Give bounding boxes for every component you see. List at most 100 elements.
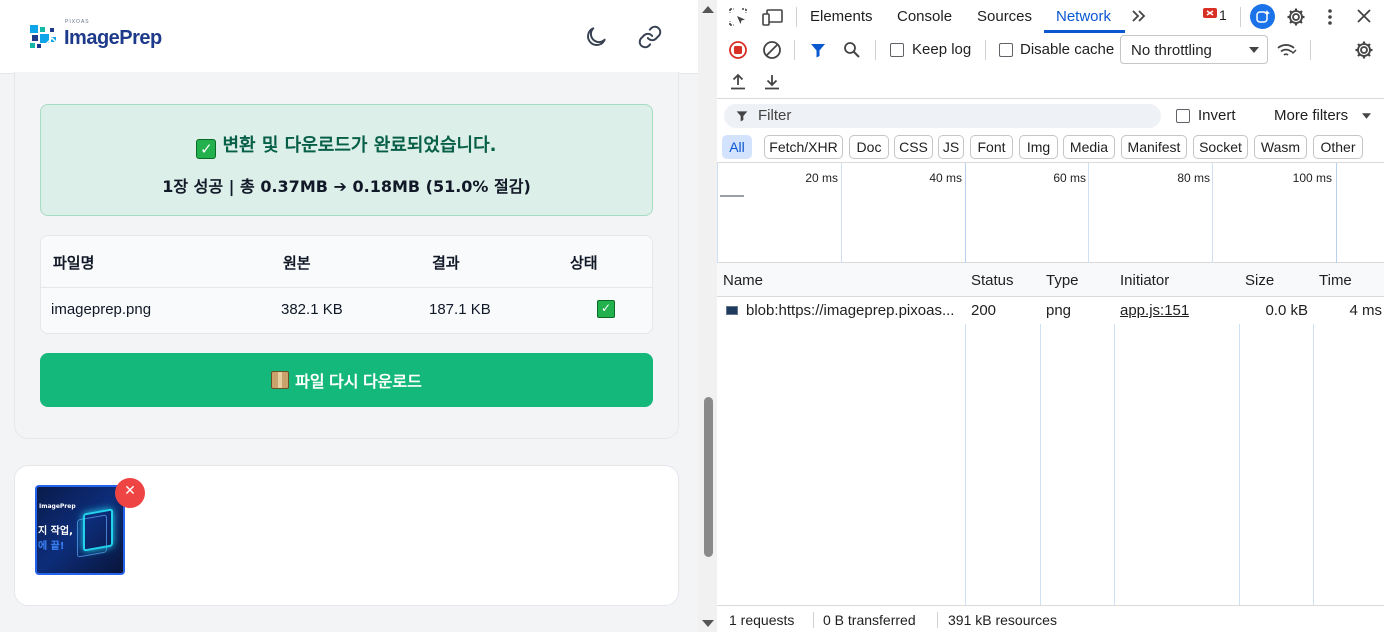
column-header-status[interactable]: Status (971, 272, 1014, 289)
app-logo[interactable]: PIXOAS ImagePrep (28, 19, 162, 52)
network-toolbar: Keep log Disable cache No throttling (717, 33, 1384, 99)
toolbar-separator (985, 40, 986, 60)
success-title-text: 변환 및 다운로드가 완료되었습니다. (222, 135, 497, 156)
scrollbar-thumb[interactable] (704, 397, 713, 557)
keep-log-checkbox[interactable] (890, 43, 904, 57)
more-filters-arrow-icon (1362, 113, 1371, 119)
filter-chip-img[interactable]: Img (1019, 135, 1058, 159)
devtools-panel: Elements Console Sources Network 1 Keep … (717, 0, 1384, 632)
resource-type-filters: All Fetch/XHR Doc CSS JS Font Img Media … (717, 133, 1384, 162)
tab-sources[interactable]: Sources (977, 8, 1032, 25)
scroll-up-icon[interactable] (702, 6, 714, 13)
link-icon (638, 25, 662, 49)
network-request-table: Name Status Type Initiator Size Time blo… (717, 263, 1384, 605)
network-summary-bar: 1 requests 0 B transferred 391 kB resour… (717, 605, 1384, 632)
column-header-name[interactable]: Name (723, 272, 763, 289)
record-stop-icon[interactable] (727, 39, 749, 61)
toolbar-separator (794, 40, 795, 60)
column-header-initiator[interactable]: Initiator (1120, 272, 1169, 289)
ad-text-line2: 지 작업, (38, 526, 73, 537)
timeline-gridline (841, 163, 842, 263)
tab-elements[interactable]: Elements (810, 8, 873, 25)
network-overview-timeline[interactable]: 20 ms 40 ms 60 ms 80 ms 100 ms (717, 162, 1384, 263)
tab-network[interactable]: Network (1056, 8, 1111, 25)
table-header-status: 상태 (570, 254, 598, 272)
tab-console[interactable]: Console (897, 8, 952, 25)
share-link-button[interactable] (635, 22, 665, 52)
filter-chip-media[interactable]: Media (1063, 135, 1115, 159)
request-name[interactable]: blob:https://imageprep.pixoas... (746, 302, 962, 319)
table-divider (41, 287, 652, 288)
timeline-label-40ms: 40 ms (929, 171, 962, 185)
table-header-filename: 파일명 (53, 254, 95, 272)
inspect-element-icon[interactable] (727, 6, 749, 28)
filter-chip-other[interactable]: Other (1313, 135, 1363, 159)
network-settings-gear-icon[interactable] (1353, 39, 1375, 61)
error-count[interactable]: 1 (1219, 7, 1227, 23)
ad-close-button[interactable]: ✕ (115, 478, 145, 508)
timeline-gridline (1336, 163, 1337, 263)
disable-cache-checkbox[interactable] (999, 43, 1013, 57)
ad-banner-image[interactable]: ImagePrep 지 작업, 에 끝! (35, 485, 125, 575)
column-header-size[interactable]: Size (1245, 272, 1274, 289)
filter-placeholder: Filter (758, 107, 792, 124)
download-again-button[interactable]: 파일 다시 다운로드 (40, 353, 653, 407)
network-conditions-icon[interactable] (1275, 39, 1299, 61)
table-row[interactable]: blob:https://imageprep.pixoas... 200 png… (717, 297, 1384, 324)
invert-label: Invert (1198, 107, 1236, 124)
logo-mark-icon (28, 23, 62, 51)
search-icon[interactable] (842, 40, 862, 60)
success-title: ✓ 변환 및 다운로드가 완료되었습니다. (41, 131, 652, 159)
request-initiator-link[interactable]: app.js:151 (1120, 302, 1189, 319)
filter-row: Filter Invert More filters (717, 99, 1384, 133)
download-again-label: 파일 다시 다운로드 (295, 374, 422, 391)
filter-chip-manifest[interactable]: Manifest (1121, 135, 1187, 159)
filter-chip-socket[interactable]: Socket (1193, 135, 1248, 159)
request-size: 0.0 kB (1265, 302, 1308, 319)
table-header-result: 결과 (432, 254, 460, 272)
filter-input[interactable]: Filter (724, 104, 1161, 128)
import-har-icon[interactable] (727, 71, 749, 93)
toolbar-separator (1310, 40, 1311, 60)
request-time: 4 ms (1349, 302, 1382, 319)
timeline-gridline (965, 163, 966, 263)
ai-assistant-icon[interactable] (1250, 4, 1275, 29)
dropdown-arrow-icon (1249, 47, 1259, 53)
logo-subtitle: PIXOAS (65, 19, 90, 25)
filter-chip-fetch-xhr[interactable]: Fetch/XHR (764, 135, 843, 159)
filter-chip-doc[interactable]: Doc (849, 135, 889, 159)
more-options-icon[interactable] (1320, 5, 1340, 29)
filter-chip-css[interactable]: CSS (894, 135, 933, 159)
filter-funnel-icon[interactable] (808, 40, 828, 60)
dark-mode-button[interactable] (581, 22, 611, 52)
filter-chip-js[interactable]: JS (938, 135, 964, 159)
transferred-size: 0 B transferred (823, 612, 916, 628)
devtools-tabbar: Elements Console Sources Network 1 (717, 0, 1384, 33)
clear-icon[interactable] (761, 39, 783, 61)
request-type: png (1046, 302, 1072, 319)
error-badge-icon[interactable] (1203, 8, 1217, 20)
success-banner: ✓ 변환 및 다운로드가 완료되었습니다. 1장 성공 | 총 0.37MB ➔ … (40, 104, 653, 216)
column-header-time[interactable]: Time (1319, 272, 1352, 289)
table-cell-original: 382.1 KB (281, 301, 343, 318)
more-filters-button[interactable]: More filters (1274, 107, 1348, 124)
more-tabs-icon[interactable] (1129, 6, 1149, 26)
throttling-select[interactable]: No throttling (1120, 35, 1268, 64)
scroll-down-icon[interactable] (702, 620, 714, 627)
ad-text-line3: 에 끝! (38, 541, 65, 552)
column-header-type[interactable]: Type (1046, 272, 1079, 289)
filter-chip-wasm[interactable]: Wasm (1254, 135, 1307, 159)
table-header-row: Name Status Type Initiator Size Time (717, 263, 1384, 297)
toolbar-separator (875, 40, 876, 60)
filter-chip-all[interactable]: All (722, 135, 752, 159)
invert-checkbox[interactable] (1176, 109, 1190, 123)
timeline-request-bar (720, 195, 744, 197)
timeline-label-20ms: 20 ms (805, 171, 838, 185)
result-table: 파일명 원본 결과 상태 imageprep.png 382.1 KB 187.… (40, 235, 653, 334)
app-viewport: PIXOAS ImagePrep ✓ 변환 및 다운로드가 완료되었습니다. 1장… (0, 0, 698, 632)
close-devtools-icon[interactable] (1353, 5, 1375, 27)
settings-gear-icon[interactable] (1284, 5, 1308, 29)
filter-chip-font[interactable]: Font (970, 135, 1013, 159)
device-toolbar-icon[interactable] (761, 6, 785, 28)
export-har-icon[interactable] (761, 71, 783, 93)
